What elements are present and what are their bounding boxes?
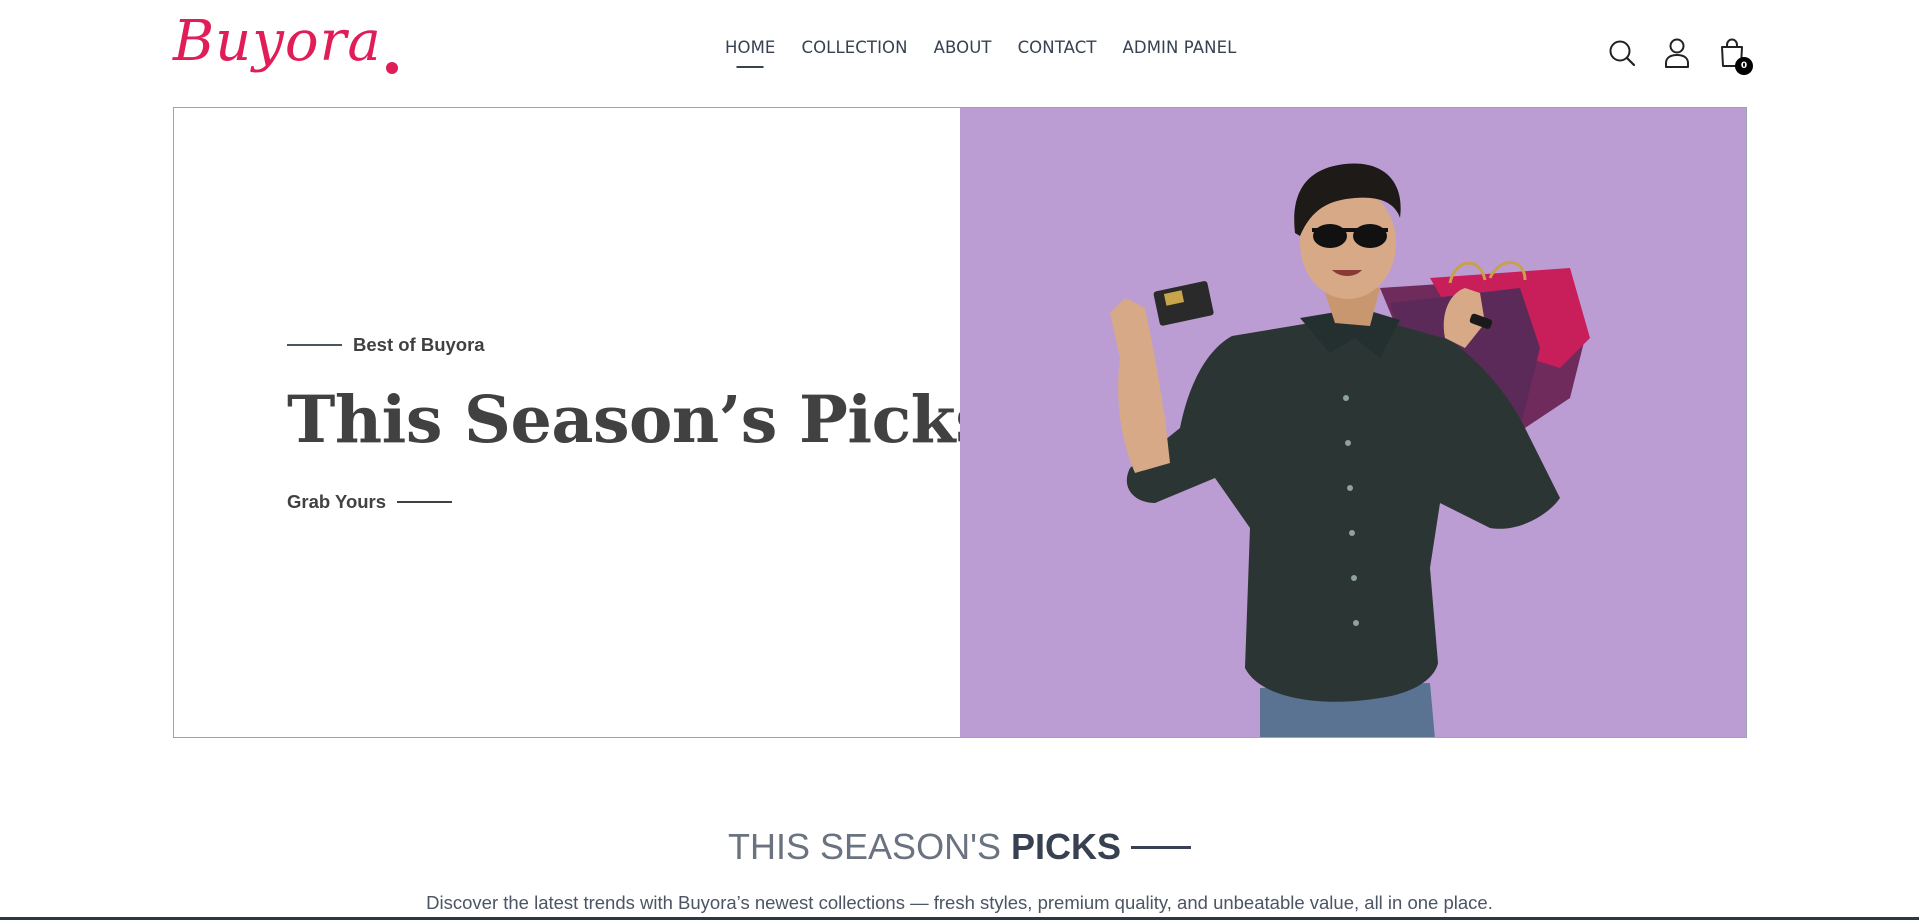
hero-eyebrow-text: Best of Buyora	[353, 334, 485, 355]
nav-about-label: ABOUT	[933, 38, 992, 57]
brand-logo[interactable]: Buyora	[173, 14, 398, 84]
user-icon	[1665, 38, 1689, 68]
hero-eyebrow: Best of Buyora	[287, 334, 485, 356]
section-title-bold: PICKS	[1010, 826, 1121, 867]
nav-contact-label: CONTACT	[1017, 38, 1097, 57]
nav-home-label: HOME	[725, 38, 776, 57]
nav-admin-panel-label: ADMIN PANEL	[1122, 38, 1237, 57]
search-button[interactable]	[1607, 36, 1637, 70]
header-actions: 0	[1582, 36, 1753, 75]
nav-collection-label: COLLECTION	[801, 38, 908, 57]
hero-model-image	[1110, 163, 1590, 737]
hero-banner: Best of Buyora This Season’s Picks Grab …	[173, 107, 1747, 738]
nav-contact[interactable]: CONTACT	[1018, 38, 1097, 57]
cart-button[interactable]: 0	[1717, 36, 1753, 75]
hero-cta-text: Grab Yours	[287, 491, 387, 512]
nav-home[interactable]: HOME	[725, 38, 776, 68]
hero-image-panel	[960, 108, 1746, 737]
nav-admin-panel[interactable]: ADMIN PANEL	[1123, 38, 1237, 57]
section-heading: THIS SEASON'S PICKS	[0, 826, 1919, 868]
hero-cta-link[interactable]: Grab Yours	[287, 491, 453, 513]
search-icon	[1609, 40, 1636, 67]
section-title-light: THIS SEASON'S	[728, 826, 1001, 867]
cta-divider	[397, 501, 453, 503]
section-description: Discover the latest trends with Buyora’s…	[426, 892, 1493, 913]
cart-count-badge: 0	[1735, 57, 1753, 75]
hero-title: This Season’s Picks	[287, 382, 992, 458]
eyebrow-divider	[287, 344, 342, 346]
nav-collection[interactable]: COLLECTION	[801, 38, 907, 57]
brand-logo-dot	[385, 62, 398, 74]
nav-about[interactable]: ABOUT	[934, 38, 992, 57]
hero-text-panel: Best of Buyora This Season’s Picks Grab …	[174, 108, 992, 737]
brand-logo-text: Buyora	[173, 9, 382, 74]
site-header: Buyora HOME COLLECTION ABOUT CONTACT ADM…	[173, 0, 1753, 106]
account-button[interactable]	[1662, 36, 1692, 70]
section-title-divider	[1130, 845, 1191, 849]
nav-active-indicator	[736, 66, 764, 68]
main-nav: HOME COLLECTION ABOUT CONTACT ADMIN PANE…	[725, 38, 1237, 68]
